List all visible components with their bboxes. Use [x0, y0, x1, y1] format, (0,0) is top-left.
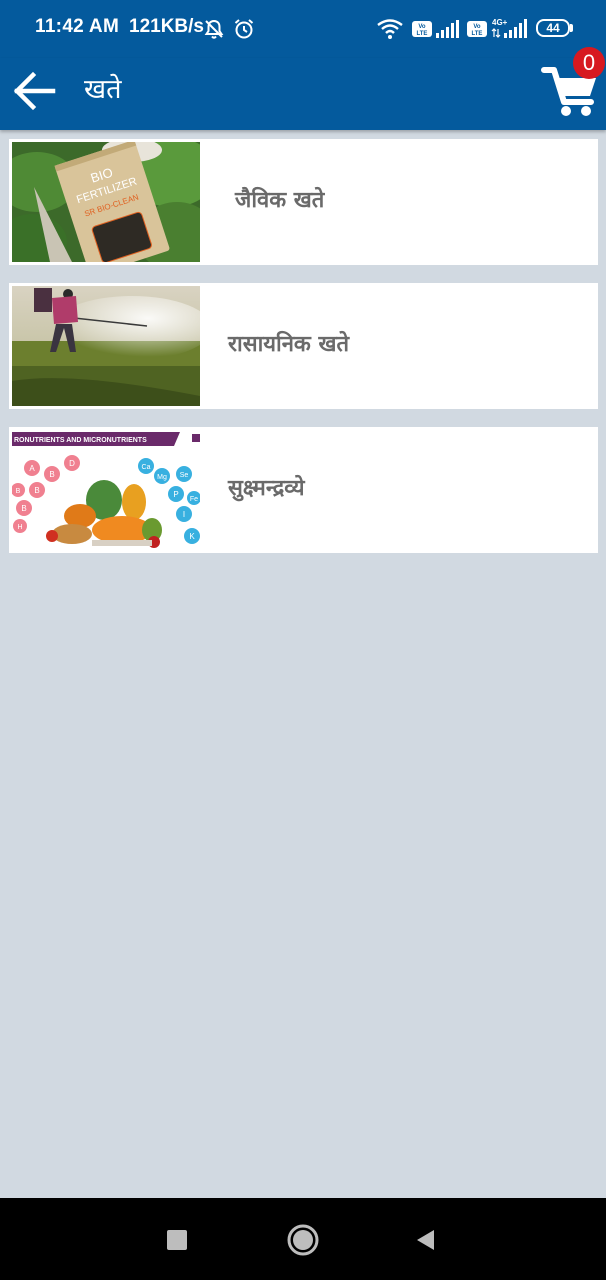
- category-card-organic-fertilizer[interactable]: BIO FERTILIZER SR BIO-CLEAN जैविक खते: [9, 139, 598, 265]
- signal-strength-icon: [435, 19, 459, 43]
- svg-text:Mg: Mg: [157, 474, 167, 481]
- alarm-icon: [233, 18, 255, 44]
- battery-tip: [570, 24, 573, 32]
- category-label: जैविक खते: [235, 188, 325, 213]
- volte-icon: Vo LTE: [466, 20, 488, 42]
- recent-apps-button[interactable]: [157, 1220, 197, 1260]
- svg-text:Fe: Fe: [190, 496, 198, 503]
- svg-text:B: B: [34, 486, 39, 495]
- system-back-button[interactable]: [406, 1220, 446, 1260]
- svg-text:Se: Se: [180, 472, 189, 479]
- signal-4g-icon: 4G+: [491, 17, 527, 43]
- wifi-icon: [376, 18, 404, 44]
- svg-text:K: K: [189, 532, 195, 541]
- category-label: रासायनिक खते: [228, 332, 350, 357]
- svg-text:B: B: [16, 488, 21, 495]
- volte-icon: Vo LTE: [411, 20, 433, 42]
- category-card-chemical-fertilizer[interactable]: रासायनिक खते: [9, 283, 598, 409]
- svg-text:LTE: LTE: [472, 31, 483, 37]
- category-image-bio-fertilizer: BIO FERTILIZER SR BIO-CLEAN: [12, 142, 200, 262]
- battery-level: 44: [546, 21, 560, 35]
- svg-text:LTE: LTE: [417, 31, 428, 37]
- app-bar: खते 0: [0, 47, 606, 130]
- category-image-pesticide-spraying: [12, 286, 200, 406]
- svg-text:P: P: [173, 490, 178, 499]
- svg-text:B: B: [21, 504, 26, 513]
- svg-text:4G+: 4G+: [492, 18, 508, 27]
- category-list: BIO FERTILIZER SR BIO-CLEAN जैविक खते रा…: [9, 139, 598, 571]
- arrow-back-icon: [13, 71, 56, 111]
- category-card-micronutrients[interactable]: RONUTRIENTS AND MICRONUTRIENTS A B D B B…: [9, 427, 598, 553]
- svg-text:D: D: [69, 459, 75, 468]
- svg-text:H: H: [17, 524, 22, 531]
- svg-text:B: B: [49, 470, 54, 479]
- triangle-back-icon: [417, 1230, 434, 1250]
- svg-text:I: I: [183, 510, 185, 519]
- status-time: 11:42 AM: [35, 16, 120, 37]
- system-navigation-bar: [0, 1198, 606, 1280]
- cart-count-badge: 0: [573, 47, 605, 79]
- square-icon: [167, 1230, 187, 1250]
- notifications-muted-icon: [203, 18, 225, 44]
- category-image-nutrients: RONUTRIENTS AND MICRONUTRIENTS A B D B B…: [12, 430, 200, 550]
- category-label: सुक्ष्मन्द्रव्ये: [228, 476, 305, 501]
- svg-text:A: A: [29, 464, 35, 473]
- svg-text:Vo: Vo: [473, 24, 481, 30]
- home-button[interactable]: [283, 1220, 323, 1260]
- svg-text:Ca: Ca: [142, 464, 151, 471]
- svg-text:Vo: Vo: [418, 24, 426, 30]
- status-bar: 11:42 AM 121KB/s Vo LTE Vo LTE 4G+ 44: [0, 0, 606, 58]
- circle-icon: [287, 1224, 319, 1256]
- back-button[interactable]: [8, 64, 62, 118]
- status-network-speed: 121KB/s: [129, 16, 204, 37]
- svg-text:RONUTRIENTS AND MICRONUTRIENTS: RONUTRIENTS AND MICRONUTRIENTS: [14, 437, 147, 444]
- page-title: खते: [84, 74, 122, 105]
